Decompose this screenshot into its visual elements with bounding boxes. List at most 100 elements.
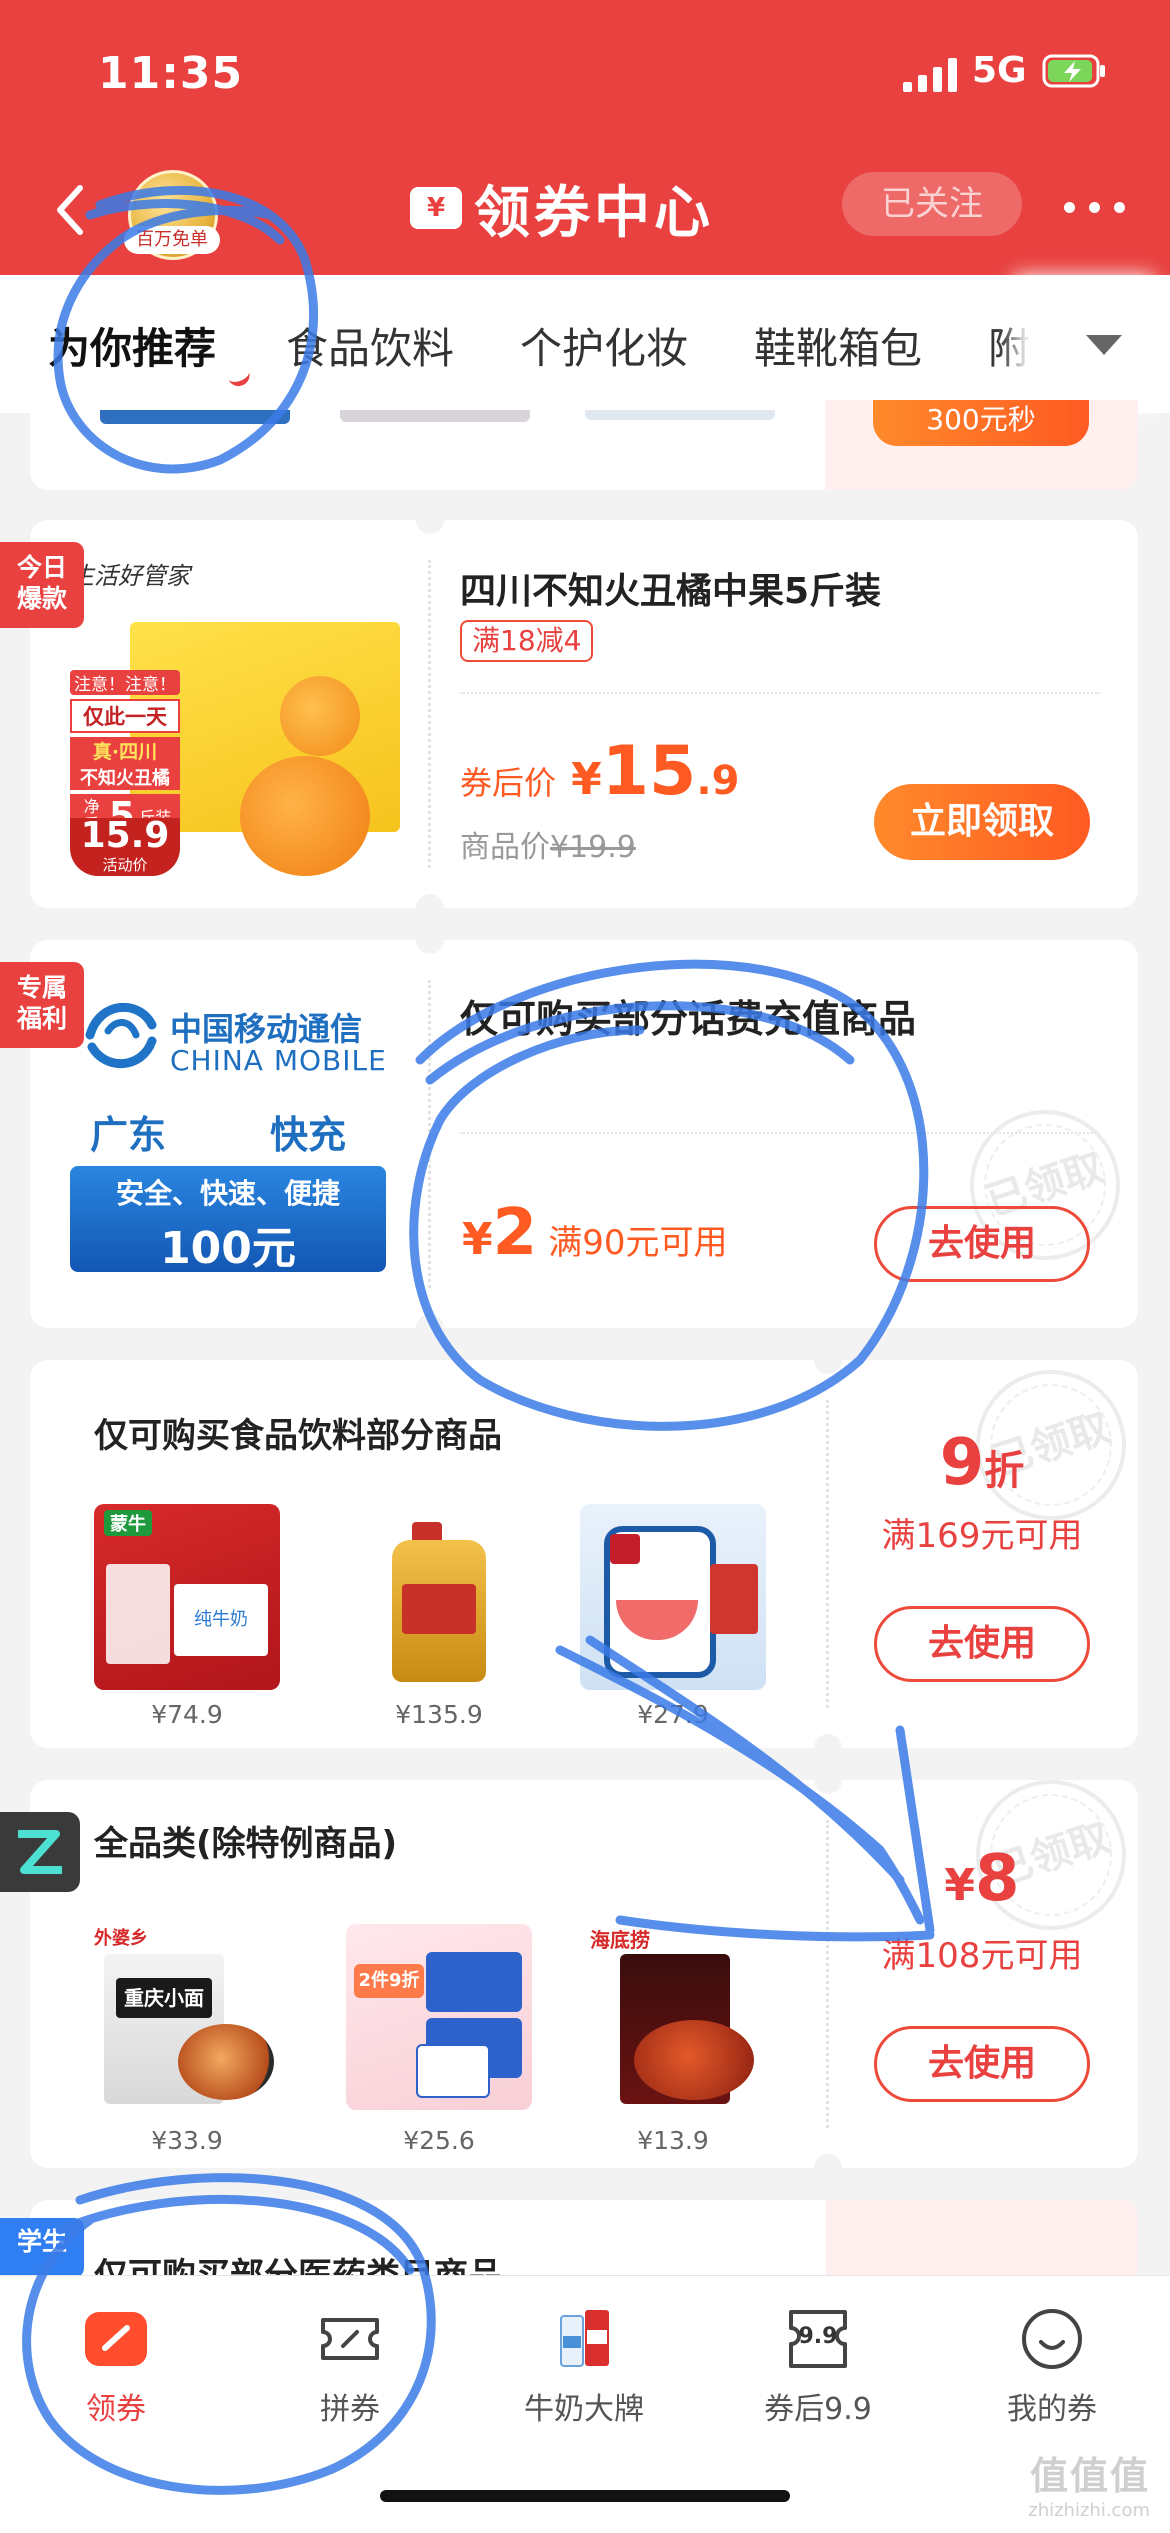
page-title-group: ¥ 领券中心 <box>410 168 714 248</box>
product-price: ¥33.9 <box>151 2126 223 2155</box>
china-mobile-logo-icon <box>85 1002 157 1068</box>
product-thumb-oats[interactable] <box>580 1504 766 1690</box>
nav-item-coupons[interactable]: 领券 <box>16 2306 216 2428</box>
back-arrow-icon[interactable] <box>50 180 90 240</box>
nav-item-my-coupons[interactable]: 我的券 <box>952 2306 1152 2428</box>
category-tabs: 为你推荐 食品饮料 个护化妆 鞋靴箱包 附 <box>0 275 1170 413</box>
more-options-icon[interactable] <box>1060 180 1130 230</box>
coupon-title: 四川不知火丑橘中果5斤装 <box>460 571 882 612</box>
use-coupon-button[interactable]: 去使用 <box>874 1606 1090 1682</box>
card-notch-top <box>814 1360 842 1374</box>
cellular-signal-icon <box>903 58 957 92</box>
coupon-value: ¥2 满90元可用 <box>462 1196 728 1270</box>
product-thumb-tissue[interactable]: 2件9折 <box>346 1924 532 2110</box>
home-indicator[interactable] <box>380 2490 790 2502</box>
product-thumb-hotpot[interactable]: 海底捞 <box>580 1924 766 2110</box>
coupon-value: 9折 <box>939 1426 1025 1500</box>
coupon-title: 仅可购买食品饮料部分商品 <box>94 1416 502 1456</box>
product-price: ¥25.6 <box>403 2126 475 2155</box>
use-coupon-button[interactable]: 去使用 <box>874 1206 1090 1282</box>
card-notch-top <box>416 940 444 954</box>
region-label: 广东 <box>90 1113 167 1157</box>
promo-tags: 注意！注意！ 仅此一天 真·四川 不知火丑橘 净重 5 斤装 <box>70 670 180 838</box>
card-notch-bottom <box>416 1314 444 1328</box>
zigzag-brand-icon <box>18 1830 62 1874</box>
coupon-icon <box>83 2306 149 2372</box>
original-price: 商品价¥19.9 <box>460 830 636 865</box>
smile-icon <box>1019 2306 1085 2372</box>
app-header: 11:35 5G 百万免单 ¥ 领券中心 已关注 <box>0 0 1170 275</box>
tab-recommended[interactable]: 为你推荐 <box>48 315 216 376</box>
coupon-title: 全品类(除特例商品) <box>94 1824 398 1864</box>
tab-shoes-bags[interactable]: 鞋靴箱包 <box>754 315 922 376</box>
card-notch-bottom <box>814 2154 842 2168</box>
coupon-card-all-categories: 全品类(除特例商品) 外婆乡 重庆小面 ¥33.9 2件9折 ¥25.6 海底捞… <box>30 1780 1138 2168</box>
battery-charging-icon <box>1042 54 1105 88</box>
page-title: 领券中心 <box>474 180 714 246</box>
discount-badge: 满18减4 <box>460 620 594 662</box>
tab-personal-care[interactable]: 个护化妆 <box>520 315 688 376</box>
orange-product-image[interactable]: 生活好管家 注意！注意！ 仅此一天 真·四川 不知火丑橘 净重 5 斤装 15.… <box>70 556 410 876</box>
card-notch-top <box>416 520 444 534</box>
product-price: ¥27.9 <box>637 1700 709 1729</box>
coupon-condition: 满169元可用 <box>881 1516 1083 1556</box>
milk-icon <box>551 2306 617 2372</box>
card-notch-bottom <box>814 1734 842 1748</box>
product-price: ¥13.9 <box>637 2126 709 2155</box>
ribbon-exclusive: 专属 福利 <box>0 962 84 1048</box>
nav-item-milk-brands[interactable]: 牛奶大牌 <box>484 2306 684 2428</box>
coupon-title: 仅可购买部分话费充值商品 <box>460 997 917 1041</box>
product-thumb-milk[interactable]: 蒙牛 纯牛奶 <box>94 1504 280 1690</box>
coupon-condition: 满108元可用 <box>881 1936 1083 1976</box>
nav-item-after-coupon-9-9[interactable]: 9.9 券后9.9 <box>718 2306 918 2428</box>
orange-fruit-2 <box>280 676 360 756</box>
network-type: 5G <box>972 50 1027 91</box>
chevron-down-icon[interactable] <box>1086 335 1122 355</box>
promo-price-badge: 15.9 活动价 <box>70 818 180 876</box>
partial-claim-button[interactable]: 300元秒 <box>873 400 1089 446</box>
carrier-name-en: CHINA MOBILE <box>170 1044 387 1077</box>
brand-badge <box>0 1812 80 1892</box>
status-time: 11:35 <box>98 48 244 99</box>
coupon-card-mobile-topup: 中国移动通信 CHINA MOBILE 广东 快充 安全、快速、便捷 100元 … <box>30 940 1138 1328</box>
product-thumb-oil[interactable] <box>346 1504 532 1690</box>
card-notch-top <box>814 1780 842 1794</box>
mobile-topup-image[interactable]: 中国移动通信 CHINA MOBILE 广东 快充 安全、快速、便捷 100元 <box>70 990 410 1300</box>
recharge-amount-banner: 安全、快速、便捷 100元 <box>70 1166 386 1274</box>
partial-product-image <box>585 410 775 420</box>
ribbon-today-hot: 今日 爆款 <box>0 542 84 628</box>
ribbon-student: 学生 <box>0 2218 84 2278</box>
use-coupon-button[interactable]: 去使用 <box>874 2026 1090 2102</box>
coupon-card-partial: 300元秒 <box>30 400 1138 490</box>
card-notch-bottom <box>416 894 444 908</box>
site-watermark: 值值值 zhizhizhi.com <box>1028 2454 1150 2521</box>
partial-product-image <box>340 410 530 422</box>
nav-item-group-coupons[interactable]: 拼券 <box>250 2306 450 2428</box>
coupon-value: ¥8 <box>944 1842 1020 1916</box>
after-coupon-price: 券后价 ¥15.9 <box>460 732 740 811</box>
speed-label: 快充 <box>270 1113 347 1157</box>
tab-food-drinks[interactable]: 食品饮料 <box>286 315 454 376</box>
status-bar: 11:35 5G <box>0 48 1170 108</box>
product-price: ¥74.9 <box>151 1700 223 1729</box>
card-divider <box>428 980 431 1288</box>
card-divider <box>428 560 431 868</box>
coupon-card-food-discount: 仅可购买食品饮料部分商品 蒙牛 纯牛奶 ¥74.9 ¥135.9 ¥27.9 已… <box>30 1360 1138 1748</box>
tab-more-partial[interactable]: 附 <box>988 315 1030 376</box>
ticket-icon <box>317 2306 383 2372</box>
follow-button[interactable]: 已关注 <box>842 172 1022 236</box>
active-tab-indicator <box>225 363 253 390</box>
coupon-card-oranges: 生活好管家 注意！注意！ 仅此一天 真·四川 不知火丑橘 净重 5 斤装 15.… <box>30 520 1138 908</box>
tabs-dropdown-area[interactable] <box>1030 275 1170 413</box>
claim-now-button[interactable]: 立即领取 <box>874 784 1090 860</box>
product-thumb-noodles[interactable]: 外婆乡 重庆小面 <box>94 1924 280 2110</box>
orange-fruit <box>240 756 370 876</box>
card-divider-h <box>460 692 1100 694</box>
yen-coupon-icon: ¥ <box>410 187 462 229</box>
partial-product-image <box>100 410 290 424</box>
product-price: ¥135.9 <box>395 1700 483 1729</box>
price-tag-icon: 9.9 <box>785 2306 851 2372</box>
nav-bar: 百万免单 ¥ 领券中心 已关注 <box>0 160 1170 260</box>
avatar-badge: 百万免单 <box>124 226 220 254</box>
brand-logo-text: 生活好管家 <box>70 562 190 590</box>
